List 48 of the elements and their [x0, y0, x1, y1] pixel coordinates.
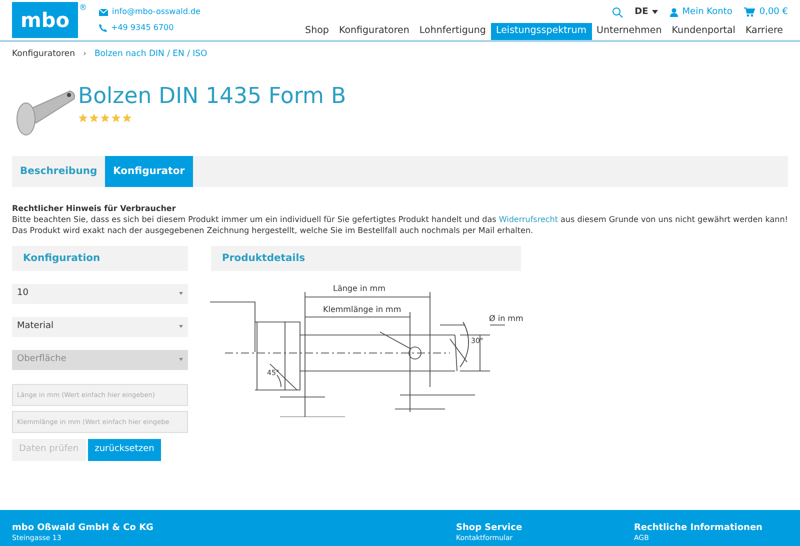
breadcrumb-link[interactable]: Konfiguratoren — [12, 48, 76, 61]
configuration-header: Konfiguration — [12, 246, 188, 271]
logo[interactable]: mbo — [12, 2, 78, 38]
cart-icon[interactable] — [744, 7, 756, 18]
caret-icon — [179, 292, 183, 296]
search-icon[interactable] — [612, 6, 623, 18]
star-icon — [89, 112, 99, 123]
nav-item[interactable]: Karriere — [740, 22, 788, 40]
star-icon — [122, 112, 132, 123]
footer-heading: Rechtliche Informationen — [634, 523, 764, 534]
clamp-length-label: Klemmlänge in mm — [323, 304, 402, 314]
diameter-label: Ø in mm — [489, 314, 524, 323]
nav-item[interactable]: Unternehmen — [592, 22, 667, 40]
product-title: Bolzen DIN 1435 Form B — [78, 82, 346, 111]
phone-link[interactable]: +49 9345 6700 — [111, 22, 174, 34]
withdrawal-link[interactable]: Widerrufsrecht — [498, 214, 558, 224]
caret-icon — [179, 325, 183, 328]
user-icon — [670, 8, 678, 17]
footer-heading: Shop Service — [456, 523, 524, 534]
nav-item[interactable]: Shop — [300, 22, 334, 40]
notice-text: Bitte beachten Sie, dass es sich bei diesem Produkt immer um ein individuell für Sie gefertigtes Produkt handelt und das Widerrufsrecht aus diesem Grunde von uns nicht gewährt werden kann! Das Produkt wird exakt nach der ausgegebenen Zeichnung hergestellt, welche Sie im Bestellfall auch nochmals per Mail erhalten. — [12, 214, 788, 236]
nav-item[interactable]: Konfiguratoren — [334, 22, 414, 40]
notice-heading: Rechtlicher Hinweis für Verbraucher — [12, 202, 177, 214]
star-icon — [111, 112, 121, 123]
select-dropdown[interactable]: 10 — [12, 284, 188, 304]
registered-mark: ® — [79, 2, 87, 14]
tab[interactable]: Beschreibung — [12, 156, 106, 187]
mail-icon — [99, 8, 108, 16]
footer-heading: mbo Oßwald GmbH & Co KG — [12, 523, 154, 534]
tab[interactable]: Konfigurator — [105, 156, 193, 187]
select-dropdown[interactable]: Material — [12, 316, 188, 337]
caret-icon — [179, 358, 183, 362]
star-icon — [100, 112, 110, 123]
caret-icon — [652, 10, 658, 14]
product-details-header: Produktdetails — [211, 246, 521, 271]
account-link[interactable]: Mein Konto — [682, 6, 732, 20]
length-label: Länge in mm — [333, 284, 386, 293]
nav-item[interactable]: Kundenportal — [666, 22, 740, 40]
star-icon — [78, 112, 88, 123]
phone-icon — [99, 24, 107, 32]
cart-total[interactable]: 0,00 € — [759, 6, 788, 20]
breadcrumb-link[interactable]: Bolzen nach DIN / EN / ISO — [94, 48, 208, 61]
nav-item[interactable]: Leistungsspektrum — [490, 22, 592, 40]
language-dropdown[interactable]: DE — [634, 6, 658, 20]
breadcrumb-separator: › — [83, 48, 86, 61]
nav-item[interactable]: Lohnfertigung — [414, 22, 491, 40]
form-button[interactable]: zurücksetzen — [88, 438, 162, 461]
email-link[interactable]: info@mbo-osswald.de — [112, 6, 200, 18]
